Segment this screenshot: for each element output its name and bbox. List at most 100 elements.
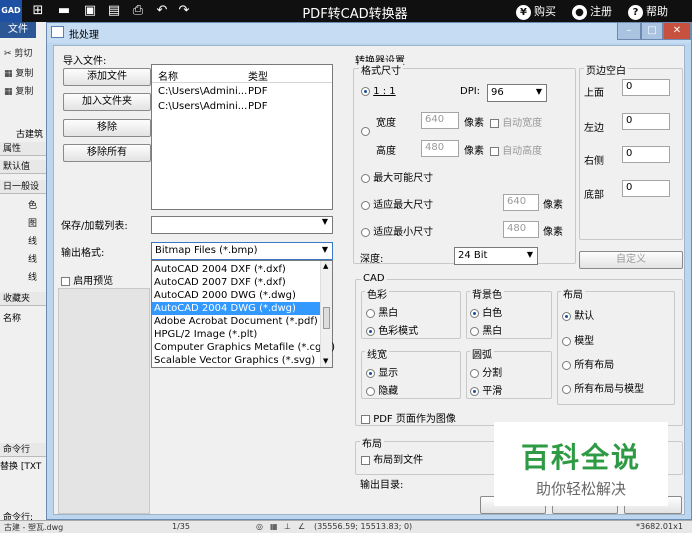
close-button[interactable]: ✕ (663, 23, 691, 40)
file-list-table[interactable]: 名称 类型 C:\Users\Admini... PDF C:\Users\Ad… (151, 64, 333, 210)
bw-radio[interactable]: 黑白 (366, 304, 398, 319)
copy-tool[interactable]: ▦ 复制 (4, 66, 33, 79)
panel-tab[interactable]: 古建筑 (16, 127, 43, 140)
add-folder-button[interactable]: 加入文件夹 (63, 93, 151, 111)
app-logo: GAD (0, 0, 22, 22)
max-size-radio[interactable]: 最大可能尺寸 (361, 169, 433, 184)
depth-select[interactable]: 24 Bit ▼ (454, 247, 538, 265)
fit-max-input[interactable]: 640 (503, 194, 539, 211)
smooth-arc-radio[interactable]: 平滑 (470, 382, 502, 397)
margin-top-label: 上面 (584, 88, 604, 99)
grid-icon[interactable]: ▦ (270, 522, 278, 531)
snap-icon[interactable]: ◎ (256, 522, 263, 531)
ortho-icon[interactable]: ⊥ (284, 522, 291, 531)
remove-button[interactable]: 移除 (63, 119, 151, 137)
open-folder-icon[interactable]: ▬ (56, 3, 72, 19)
add-file-button[interactable]: 添加文件 (63, 68, 151, 86)
app-title: PDF转CAD转换器 (302, 7, 408, 22)
copy-icon: ▦ (4, 69, 13, 79)
dpi-value: 96 (491, 87, 504, 98)
custom-button[interactable]: 自定义 (579, 251, 683, 269)
fit-max-radio[interactable]: 适应最大尺寸 (361, 196, 433, 211)
auto-width-checkbox[interactable]: 自动宽度 (490, 114, 542, 129)
all-layouts-radio[interactable]: 所有布局 (562, 356, 614, 371)
format-option[interactable]: AutoCAD 2000 DWG (*.dwg) (152, 289, 320, 302)
pdf-as-image-checkbox[interactable]: PDF 页面作为图像 (361, 410, 456, 425)
radio-dot (366, 308, 375, 318)
model-layout-radio[interactable]: 模型 (562, 332, 594, 347)
format-option[interactable]: Computer Graphics Metafile (*.cgm) (152, 341, 335, 354)
width-pixels-label: 像素 (464, 118, 484, 129)
format-option[interactable]: AutoCAD 2007 DXF (*.dxf) (152, 276, 320, 289)
save-icon[interactable]: ▣ (82, 3, 98, 19)
format-option[interactable]: AutoCAD 2004 DXF (*.dxf) (152, 263, 320, 276)
margin-right-input[interactable]: 0 (622, 146, 670, 163)
scroll-up-icon[interactable]: ▲ (323, 262, 328, 270)
scroll-down-icon[interactable]: ▼ (323, 357, 328, 365)
format-option[interactable]: HPGL/2 Image (*.plt) (152, 328, 320, 341)
dpi-select[interactable]: 96 ▼ (487, 84, 547, 102)
margin-top-input[interactable]: 0 (622, 79, 670, 96)
maximize-button[interactable]: □ (641, 23, 663, 40)
width-input[interactable]: 640 (421, 112, 459, 129)
table-row[interactable]: C:\Users\Admini... PDF (152, 85, 332, 99)
format-option-selected[interactable]: AutoCAD 2004 DWG (*.dwg) (152, 302, 320, 315)
help-link[interactable]: ? 帮助 (628, 3, 668, 20)
save-as-icon[interactable]: ▤ (106, 3, 122, 19)
redo-icon[interactable]: ↷ (176, 3, 192, 19)
radio-dot (366, 326, 375, 336)
layout-to-file-checkbox[interactable]: 布局到文件 (361, 451, 423, 466)
output-format-select[interactable]: Bitmap Files (*.bmp) ▼ (151, 242, 333, 260)
column-name[interactable]: 名称 (158, 68, 178, 83)
radio-dot (361, 227, 370, 237)
chevron-down-icon: ▼ (321, 217, 328, 226)
minimize-button[interactable]: – (617, 23, 641, 40)
all-layouts-model-radio[interactable]: 所有布局与模型 (562, 380, 644, 395)
format-option[interactable]: Adobe Acrobat Document (*.pdf) (152, 315, 320, 328)
output-format-dropdown[interactable]: AutoCAD 2004 DXF (*.dxf) AutoCAD 2007 DX… (151, 260, 335, 368)
dropdown-scrollbar[interactable]: ▲ ▼ (320, 261, 332, 367)
polar-icon[interactable]: ∠ (298, 522, 305, 531)
remove-all-button[interactable]: 移除所有 (63, 144, 151, 162)
output-format-label: 输出格式: (61, 248, 105, 259)
enable-preview-checkbox[interactable]: 启用预览 (61, 272, 113, 287)
register-link[interactable]: ● 注册 (572, 3, 612, 20)
copy-tool-2[interactable]: ▦ 复制 (4, 84, 33, 97)
split-arc-radio[interactable]: 分割 (470, 364, 502, 379)
new-icon[interactable]: ⊞ (30, 3, 46, 19)
height-input[interactable]: 480 (421, 140, 459, 157)
fit-min-input[interactable]: 480 (503, 221, 539, 238)
scroll-thumb[interactable] (323, 307, 330, 329)
lineweight-title: 线宽 (365, 346, 389, 361)
radio-dot (366, 386, 375, 396)
radio-dot (562, 336, 571, 346)
ratio-radio[interactable]: 1 : 1 (361, 86, 396, 97)
undo-icon[interactable]: ↶ (154, 3, 170, 19)
color-mode-radio[interactable]: 色彩模式 (366, 322, 418, 337)
auto-height-checkbox[interactable]: 自动高度 (490, 142, 542, 157)
print-icon[interactable]: ⎙ (130, 3, 146, 19)
chevron-down-icon: ▼ (526, 250, 533, 259)
copy-icon: ▦ (4, 87, 13, 97)
table-row[interactable]: C:\Users\Admini... PDF (152, 100, 332, 114)
replace-text: 替换 [TXT (0, 462, 42, 472)
column-type[interactable]: 类型 (248, 68, 268, 83)
black-bg-radio[interactable]: 黑白 (470, 322, 502, 337)
height-label: 高度 (376, 146, 396, 157)
cut-tool[interactable]: ✂ 剪切 (4, 46, 32, 59)
menu-file[interactable]: 文件 (0, 22, 36, 38)
margin-left-input[interactable]: 0 (622, 113, 670, 130)
save-load-list-select[interactable]: ▼ (151, 216, 333, 234)
white-bg-radio[interactable]: 白色 (470, 304, 502, 319)
format-option[interactable]: Scalable Vector Graphics (*.svg) (152, 354, 320, 367)
custom-size-radio[interactable] (361, 126, 370, 137)
margin-bottom-input[interactable]: 0 (622, 180, 670, 197)
default-layout-radio[interactable]: 默认 (562, 307, 594, 322)
general-group[interactable]: 日一般设 (0, 180, 46, 194)
dialog-title-bar[interactable]: 批处理 – □ ✕ (47, 23, 691, 43)
buy-link[interactable]: ¥ 购买 (516, 3, 556, 20)
show-lineweight-radio[interactable]: 显示 (366, 364, 398, 379)
hide-lineweight-radio[interactable]: 隐藏 (366, 382, 398, 397)
status-bar: 古建 - 塑瓦.dwg 1/35 ◎ ▦ ⊥ ∠ (35556.59; 1551… (0, 520, 692, 533)
fit-min-radio[interactable]: 适应最小尺寸 (361, 223, 433, 238)
